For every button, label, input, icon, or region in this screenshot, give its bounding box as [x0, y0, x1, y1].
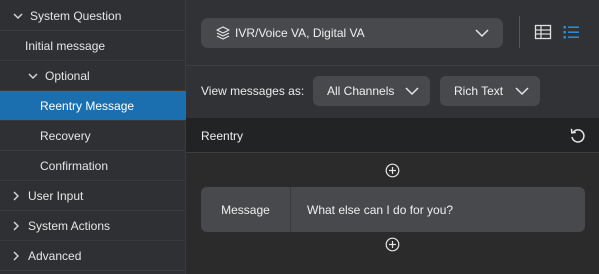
- message-type-label: Message: [201, 187, 291, 232]
- message-row[interactable]: Message What else can I do for you?: [201, 187, 585, 232]
- sidebar-item-system-question[interactable]: System Question: [0, 1, 186, 31]
- chevron-down-icon: [405, 85, 419, 97]
- sidebar-item-label: User Input: [28, 188, 84, 203]
- channels-dropdown[interactable]: All Channels: [313, 76, 430, 106]
- message-text[interactable]: What else can I do for you?: [307, 187, 453, 232]
- sidebar-item-advanced[interactable]: Advanced: [0, 241, 186, 271]
- sidebar-item-user-input[interactable]: User Input: [0, 181, 186, 211]
- chevron-down-icon: [12, 10, 24, 22]
- layers-icon: [215, 25, 231, 41]
- view-options-bar: View messages as: All Channels Rich Text: [186, 66, 599, 118]
- sidebar-item-label: Reentry Message: [40, 98, 135, 113]
- channels-dropdown-value: All Channels: [327, 84, 395, 98]
- chevron-right-icon: [10, 220, 22, 232]
- section-header: Reentry: [186, 118, 599, 153]
- table-view-icon[interactable]: [534, 23, 552, 41]
- section-title: Reentry: [201, 129, 244, 143]
- chevron-down-icon: [27, 70, 39, 82]
- list-view-icon[interactable]: [562, 23, 580, 41]
- chevron-right-icon: [10, 250, 22, 262]
- chevron-right-icon: [10, 190, 22, 202]
- sidebar-item-reentry-message[interactable]: Reentry Message: [0, 91, 186, 121]
- main-panel: IVR/Voice VA, Digital VA View messages a…: [186, 0, 599, 274]
- toolbar-divider: [519, 16, 520, 48]
- sidebar-item-confirmation[interactable]: Confirmation: [0, 151, 186, 181]
- sidebar: System Question Initial message Optional…: [0, 0, 186, 274]
- sidebar-item-system-actions[interactable]: System Actions: [0, 211, 186, 241]
- sidebar-item-label: Recovery: [40, 128, 91, 143]
- sidebar-item-initial-message[interactable]: Initial message: [0, 31, 186, 61]
- format-dropdown-value: Rich Text: [454, 84, 504, 98]
- channel-select[interactable]: IVR/Voice VA, Digital VA: [201, 18, 503, 48]
- chevron-down-icon: [475, 27, 489, 39]
- sidebar-item-label: Advanced: [28, 248, 82, 263]
- add-message-above-icon[interactable]: [385, 163, 400, 178]
- add-message-below-icon[interactable]: [385, 237, 400, 252]
- sidebar-item-label: System Question: [30, 8, 122, 23]
- sidebar-item-label: Optional: [45, 68, 90, 83]
- sidebar-item-label: Initial message: [25, 38, 106, 53]
- sidebar-item-recovery[interactable]: Recovery: [0, 121, 186, 151]
- channel-toolbar: IVR/Voice VA, Digital VA: [186, 0, 599, 66]
- chevron-down-icon: [515, 85, 529, 97]
- sidebar-item-label: System Actions: [28, 218, 111, 233]
- view-messages-label: View messages as:: [201, 84, 305, 98]
- format-dropdown[interactable]: Rich Text: [440, 76, 540, 106]
- sidebar-item-optional[interactable]: Optional: [0, 61, 186, 91]
- channel-select-value: IVR/Voice VA, Digital VA: [235, 26, 365, 40]
- reset-icon[interactable]: [569, 127, 586, 144]
- sidebar-item-label: Confirmation: [40, 158, 109, 173]
